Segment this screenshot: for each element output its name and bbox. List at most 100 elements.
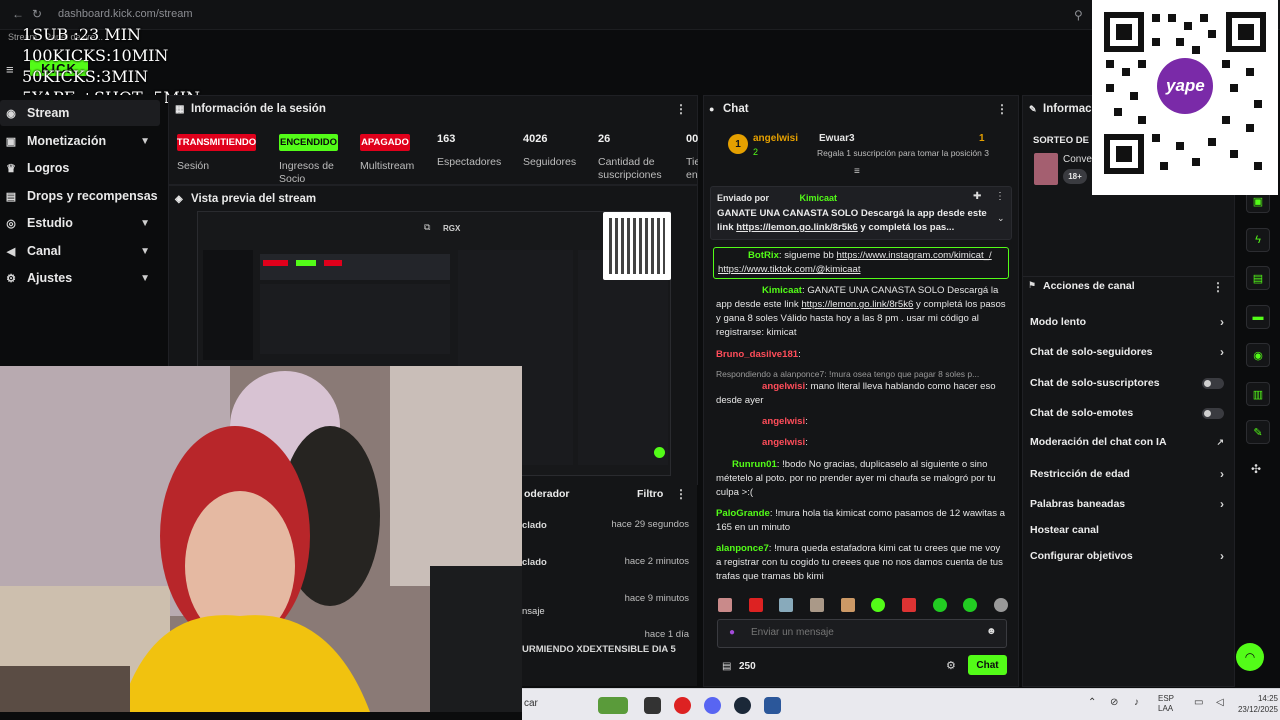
chat-username[interactable]: Kimicaat [762,285,802,296]
more-options-icon[interactable]: ⋮ [996,102,1008,116]
emote-icon[interactable] [901,598,916,612]
sidebar-item-estudio[interactable]: ◎ Estudio ▼ [0,210,160,236]
more-options-icon[interactable]: ⋮ [995,191,1005,202]
chevron-up-icon[interactable]: ⌃ [1088,697,1096,708]
emote-icon[interactable] [840,598,855,612]
chat-link[interactable]: https://lemon.go.link/8r5k6 [801,299,913,310]
emote-icon[interactable] [871,598,886,612]
giveaway-thumbnail[interactable] [1034,153,1058,185]
steam-icon[interactable] [734,697,751,714]
more-options-icon[interactable]: ⋮ [675,102,687,116]
emote-icon[interactable] [932,598,947,612]
volume-icon[interactable]: ◁ [1216,697,1224,708]
clock[interactable]: 14:25 23/12/2025 [1234,693,1278,715]
emote-icon[interactable] [718,598,732,612]
rail-button[interactable]: ▥ [1246,382,1270,406]
language-indicator[interactable]: ESP LAA [1158,694,1174,714]
emotes-only-toggle[interactable] [1202,407,1224,419]
chat-username[interactable]: PaloGrande [716,508,770,519]
more-options-icon[interactable]: ⋮ [1212,280,1224,294]
chat-message[interactable]: angelwisi: [716,436,1008,450]
chat-message[interactable]: alanponce7: !mura queda estafadora kimi … [716,542,1008,584]
chat-message[interactable]: PaloGrande: !mura hola tia kimicat como … [716,507,1008,535]
sidebar-item-stream[interactable]: ◉ Stream [0,100,160,126]
webcam-overlay [0,366,522,712]
chat-username[interactable]: Bruno_dasilve181 [716,349,798,360]
opera-icon[interactable] [674,697,691,714]
action-configure-goals[interactable]: Configurar objetivos › [1030,549,1230,563]
microphone-icon[interactable]: ♪ [1134,697,1139,708]
action-subscribers-only[interactable]: Chat de solo-suscriptores [1030,377,1230,389]
sidebar-item-logros[interactable]: ♛ Logros [0,155,160,181]
pinned-link[interactable]: https://lemon.go.link/8r5k6 [736,222,858,233]
trophy-icon: ♛ [6,162,16,175]
more-options-icon[interactable]: ⋮ [675,487,687,501]
chat-input[interactable] [751,627,951,638]
network-icon[interactable]: ⊘ [1110,697,1118,708]
emote-icon[interactable] [809,598,824,612]
rail-button[interactable]: ϟ [1246,228,1270,252]
badge-caption: Multistream [360,160,415,172]
rail-button[interactable]: ◉ [1246,343,1270,367]
chat-message[interactable]: Bruno_dasilve181: [716,348,1008,362]
send-chat-button[interactable]: Chat [968,655,1007,675]
discord-icon[interactable] [704,697,721,714]
reload-icon[interactable]: ↻ [32,7,42,21]
rail-button[interactable]: ▬ [1246,305,1270,329]
top-gifter-name[interactable]: angelwisi [753,133,798,144]
pin-icon[interactable]: ✚ [973,191,981,202]
pinned-message[interactable]: Enviado por Kimicaat GANATE UNA CANASTA … [710,186,1012,240]
filter-button[interactable]: Filtro [637,488,663,500]
action-host-channel[interactable]: Hostear canal [1030,524,1230,536]
back-icon[interactable]: ← [12,7,24,21]
emote-icon[interactable] [963,598,978,612]
rail-button[interactable]: ✎ [1246,420,1270,444]
chat-username[interactable]: angelwisi [762,437,805,448]
word-icon[interactable] [764,697,781,714]
chat-input-box[interactable]: ● ☻ [717,619,1007,648]
reply-context[interactable]: Respondiendo a alanponce7: !mura osea te… [716,367,1008,381]
action-banned-words[interactable]: Palabras baneadas › [1030,497,1230,511]
chat-username[interactable]: Runrun01 [732,459,777,470]
chat-message[interactable]: BotRix: sigueme bb https://www.instagram… [713,247,1009,279]
sidebar-item-canal[interactable]: ◀ Canal ▼ [0,238,160,264]
action-followers-only[interactable]: Chat de solo-seguidores › [1030,345,1230,359]
rail-button[interactable]: ▤ [1246,266,1270,290]
chat-message[interactable]: Runrun01: !bodo No gracias, duplicaselo … [716,458,1008,500]
second-gifter-name[interactable]: Ewuar3 [819,133,855,144]
chevron-down-icon: ▼ [140,245,150,257]
app-icon[interactable] [644,697,661,714]
pin-icon[interactable]: ⚲ [1074,8,1083,22]
gear-icon[interactable]: ⚙ [946,659,956,672]
action-ai-moderation[interactable]: Moderación del chat con IA ↗ [1030,436,1230,448]
subscribers-only-toggle[interactable] [1202,377,1224,389]
chat-username[interactable]: angelwisi [762,416,805,427]
widget-icon[interactable] [598,697,628,714]
chat-message[interactable]: angelwisi: [716,415,1008,429]
popout-icon[interactable]: ⧉ [424,222,430,233]
chat-username[interactable]: angelwisi [762,381,805,392]
battery-icon[interactable]: ▭ [1194,697,1203,708]
emote-icon[interactable] [748,598,763,612]
collapse-icon[interactable]: ≡ [854,166,860,177]
chevron-down-icon[interactable]: ⌄ [997,213,1005,224]
action-emotes-only[interactable]: Chat de solo-emotes [1030,407,1230,419]
chat-username[interactable]: alanponce7 [716,543,769,554]
menu-icon[interactable]: ≡ [6,62,14,77]
add-widget-icon[interactable]: ✣ [1251,462,1261,476]
support-button[interactable]: ◠ [1236,643,1264,671]
address-bar[interactable]: dashboard.kick.com/stream [58,8,193,20]
action-slow-mode[interactable]: Modo lento › [1030,315,1230,329]
emote-icon[interactable] [779,598,794,612]
sidebar-item-monetizacion[interactable]: ▣ Monetización ▼ [0,128,160,154]
emoji-icon[interactable]: ☻ [986,626,997,637]
chat-message[interactable]: angelwisi: mano literal lleva hablando c… [716,380,1008,408]
search-box[interactable]: car [524,698,538,709]
emote-icon[interactable] [993,598,1008,612]
microphone-icon[interactable]: ● [729,627,735,638]
chat-username[interactable]: BotRix [748,250,779,261]
sidebar-item-drops[interactable]: ▤ Drops y recompensas [0,183,160,209]
sidebar-item-ajustes[interactable]: ⚙ Ajustes ▼ [0,265,160,291]
chat-message[interactable]: Kimicaat: GANATE UNA CANASTA SOLO Descar… [716,284,1008,340]
action-age-restriction[interactable]: Restricción de edad › [1030,467,1230,481]
